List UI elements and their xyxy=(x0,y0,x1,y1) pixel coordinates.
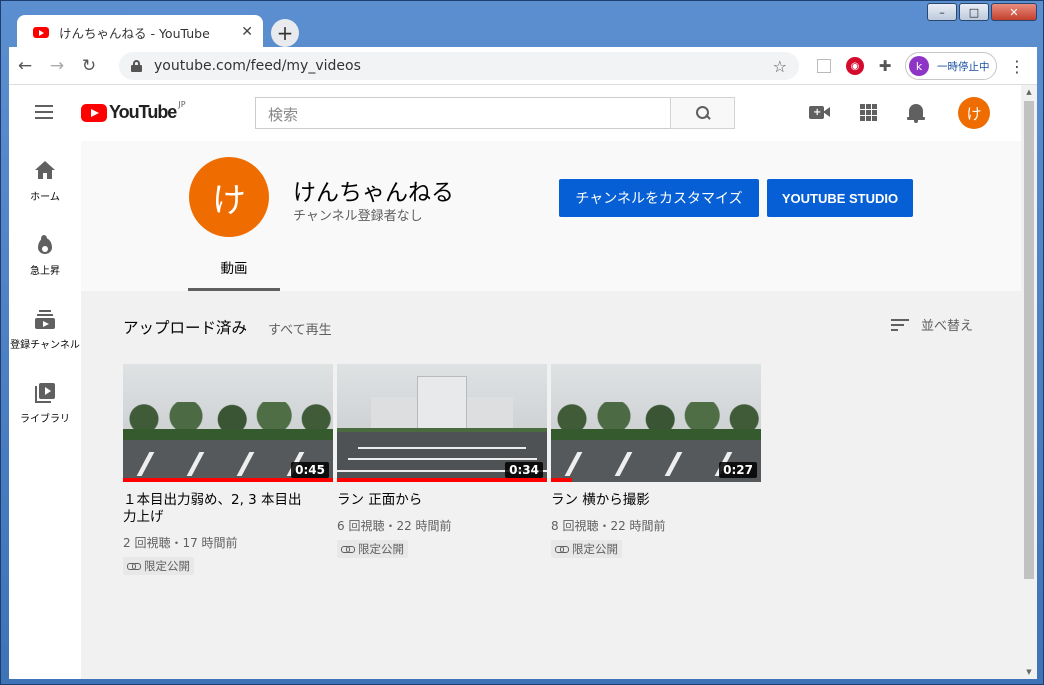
lock-icon[interactable] xyxy=(131,60,142,72)
search-icon xyxy=(695,106,710,120)
scrollbar-thumb[interactable] xyxy=(1024,101,1034,579)
notifications-bell-icon[interactable] xyxy=(907,102,925,124)
profile-button[interactable]: k 一時停止中 xyxy=(905,52,997,80)
guide-item-label: 急上昇 xyxy=(30,266,60,277)
guide-item-trending[interactable]: 急上昇 xyxy=(9,235,81,277)
youtube-studio-button[interactable]: YOUTUBE STUDIO xyxy=(767,179,913,217)
sort-label: 並べ替え xyxy=(921,319,974,334)
tab-close-icon[interactable]: ✕ xyxy=(241,24,253,40)
visibility-label: 限定公開 xyxy=(358,542,404,556)
visibility-label: 限定公開 xyxy=(144,559,190,573)
video-card[interactable]: 0:27 ラン 横から撮影 8 回視聴・22 時間前 限定公開 xyxy=(551,364,761,558)
profile-status: 一時停止中 xyxy=(937,60,990,73)
subscriptions-icon xyxy=(35,309,55,329)
search-input[interactable]: 検索 xyxy=(255,97,671,129)
page-scrollbar[interactable]: ▲ ▼ xyxy=(1021,85,1037,679)
watch-progress-bar xyxy=(551,478,572,482)
visibility-label: 限定公開 xyxy=(572,542,618,556)
flame-icon xyxy=(37,235,53,255)
video-title[interactable]: ラン 正面から xyxy=(337,492,527,509)
channel-avatar: け xyxy=(189,157,269,237)
video-thumbnail[interactable]: 0:34 xyxy=(337,364,547,482)
account-avatar[interactable]: け xyxy=(958,97,990,129)
video-thumbnail[interactable]: 0:45 xyxy=(123,364,333,482)
youtube-region-label: JP xyxy=(178,100,186,109)
link-icon xyxy=(127,562,141,570)
sort-icon xyxy=(891,318,909,331)
back-arrow-icon[interactable]: ← xyxy=(9,50,41,82)
browser-menu-icon[interactable]: ⋮ xyxy=(1007,54,1027,78)
scroll-up-arrow-icon[interactable]: ▲ xyxy=(1021,85,1037,99)
search-button[interactable] xyxy=(670,97,735,129)
visibility-badge: 限定公開 xyxy=(551,540,622,558)
guide-item-subscriptions[interactable]: 登録チャンネル xyxy=(9,309,81,351)
video-title[interactable]: １本目出力弱め、2, 3 本目出力上げ xyxy=(123,492,313,526)
apps-grid-icon[interactable] xyxy=(860,104,877,121)
browser-window: – □ ✕ けんちゃんねる - YouTube ✕ + ← → ↻ youtub… xyxy=(0,0,1044,685)
watch-progress-bar xyxy=(337,478,547,482)
video-thumbnail[interactable]: 0:27 xyxy=(551,364,761,482)
extensions-puzzle-icon[interactable]: ✚ xyxy=(875,54,895,78)
youtube-logo[interactable]: YouTube JP xyxy=(81,100,186,123)
video-views-time: 8 回視聴・22 時間前 xyxy=(551,519,666,533)
forward-arrow-icon[interactable]: → xyxy=(41,50,73,82)
tab-title: けんちゃんねる - YouTube xyxy=(59,25,210,41)
address-bar[interactable]: youtube.com/feed/my_videos ☆ xyxy=(119,52,799,80)
sort-button[interactable]: 並べ替え xyxy=(891,315,973,334)
link-icon xyxy=(555,545,569,553)
url-text[interactable]: youtube.com/feed/my_videos xyxy=(154,58,773,74)
channel-header: け けんちゃんねる チャンネル登録者なし チャンネルをカスタマイズ YOUTUB… xyxy=(81,141,1021,291)
scroll-down-arrow-icon[interactable]: ▼ xyxy=(1021,665,1037,679)
hamburger-menu-icon[interactable] xyxy=(35,105,53,119)
video-duration: 0:34 xyxy=(505,462,543,478)
page-viewport: YouTube JP 検索 + け ホーム 急上昇 登録チャンネル ライブラリ … xyxy=(9,85,1021,679)
guide-item-library[interactable]: ライブラリ xyxy=(9,383,81,425)
reload-icon[interactable]: ↻ xyxy=(73,50,105,82)
video-title[interactable]: ラン 横から撮影 xyxy=(551,492,741,509)
subscriber-count: チャンネル登録者なし xyxy=(293,209,423,224)
create-video-icon[interactable]: + xyxy=(809,105,831,121)
new-tab-button[interactable]: + xyxy=(271,19,299,47)
video-views-time: 6 回視聴・22 時間前 xyxy=(337,519,452,533)
youtube-favicon-icon xyxy=(33,26,49,38)
guide-item-label: ホーム xyxy=(30,192,60,203)
library-icon xyxy=(35,383,55,403)
extension-square-icon[interactable] xyxy=(815,54,833,78)
guide-item-label: 登録チャンネル xyxy=(10,340,80,351)
video-duration: 0:27 xyxy=(719,462,757,478)
extension-security-icon[interactable]: ◉ xyxy=(845,54,865,78)
home-icon xyxy=(35,161,55,181)
guide-item-label: ライブラリ xyxy=(20,414,70,425)
video-views-time: 2 回視聴・17 時間前 xyxy=(123,536,238,550)
tab-videos[interactable]: 動画 xyxy=(188,245,280,291)
tab-strip: けんちゃんねる - YouTube ✕ + xyxy=(9,9,1037,49)
video-duration: 0:45 xyxy=(291,462,329,478)
youtube-logo-text: YouTube xyxy=(109,102,177,122)
left-guide: ホーム 急上昇 登録チャンネル ライブラリ xyxy=(9,141,81,679)
bookmark-star-icon[interactable]: ☆ xyxy=(773,57,787,76)
visibility-badge: 限定公開 xyxy=(123,557,194,575)
browser-tab[interactable]: けんちゃんねる - YouTube ✕ xyxy=(17,15,263,49)
watch-progress-bar xyxy=(123,478,333,482)
video-card[interactable]: 0:45 １本目出力弱め、2, 3 本目出力上げ 2 回視聴・17 時間前 限定… xyxy=(123,364,333,575)
video-card[interactable]: 0:34 ラン 正面から 6 回視聴・22 時間前 限定公開 xyxy=(337,364,547,558)
video-shelf: アップロード済み すべて再生 並べ替え 0:45 １本目出力弱め、2, 3 本目… xyxy=(81,291,1021,679)
guide-item-home[interactable]: ホーム xyxy=(9,161,81,203)
youtube-play-logo-icon xyxy=(81,103,107,122)
visibility-badge: 限定公開 xyxy=(337,540,408,558)
profile-avatar: k xyxy=(909,56,929,76)
masthead: YouTube JP 検索 + け xyxy=(9,85,1021,141)
link-icon xyxy=(341,545,355,553)
play-all-link[interactable]: すべて再生 xyxy=(268,319,332,338)
browser-toolbar: ← → ↻ youtube.com/feed/my_videos ☆ ◉ ✚ k… xyxy=(9,47,1037,85)
customize-channel-button[interactable]: チャンネルをカスタマイズ xyxy=(559,179,759,217)
channel-name: けんちゃんねる xyxy=(293,180,454,206)
shelf-title: アップロード済み xyxy=(123,319,248,337)
